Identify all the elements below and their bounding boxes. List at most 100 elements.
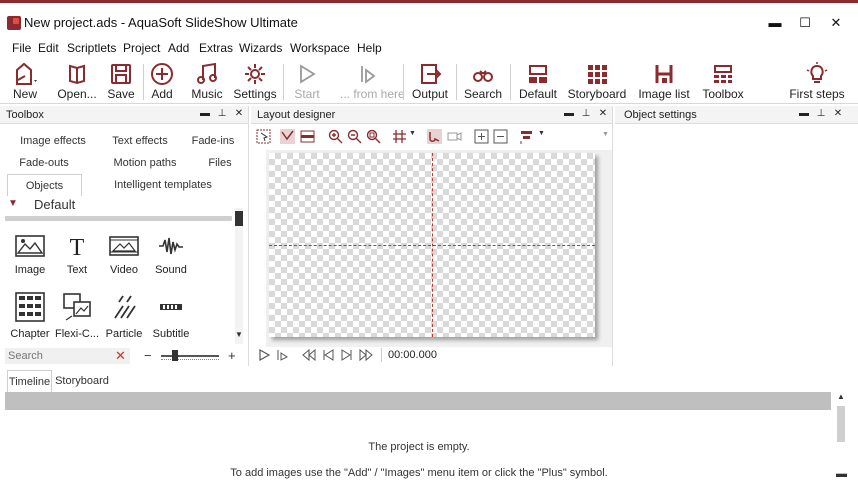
- pin-icon[interactable]: ⊥: [815, 108, 827, 120]
- add-button[interactable]: Add: [147, 62, 177, 102]
- close-panel-icon[interactable]: ✕: [597, 108, 609, 120]
- tab-fade-ins[interactable]: Fade-ins: [184, 130, 242, 152]
- minimize-button[interactable]: ▬: [765, 15, 785, 33]
- menu-workspace[interactable]: Workspace: [290, 41, 350, 55]
- close-panel-icon[interactable]: ✕: [832, 108, 844, 120]
- output-button[interactable]: Output: [410, 62, 450, 102]
- default-layout-button[interactable]: Default: [517, 62, 559, 102]
- panel-menu-icon[interactable]: ▬: [798, 108, 810, 120]
- tab-objects[interactable]: Objects: [7, 174, 82, 196]
- music-note-icon: [197, 62, 217, 84]
- motion-path-icon[interactable]: [427, 129, 442, 144]
- menu-edit[interactable]: Edit: [38, 41, 59, 55]
- toolbox-scrollbar[interactable]: [235, 208, 243, 344]
- tab-fade-outs[interactable]: Fade-outs: [14, 152, 74, 174]
- panel-menu-icon[interactable]: ▬: [563, 108, 575, 120]
- tab-intelligent-templates[interactable]: Intelligent templates: [104, 174, 222, 196]
- tab-storyboard[interactable]: Storyboard: [54, 370, 110, 392]
- search-button[interactable]: Search: [463, 62, 503, 102]
- svg-text:T: T: [70, 235, 85, 258]
- object-label: Subtitle: [152, 328, 190, 340]
- object-label: Video: [110, 264, 138, 276]
- toggle-guides-icon[interactable]: [280, 129, 295, 144]
- scroll-up-icon[interactable]: ▲: [836, 392, 846, 406]
- zoom-fit-icon[interactable]: [366, 129, 381, 144]
- object-chapter[interactable]: Chapter: [7, 292, 53, 340]
- fast-forward-icon[interactable]: [359, 348, 373, 362]
- settings-button[interactable]: Settings: [233, 62, 277, 102]
- zoom-slider-thumb[interactable]: [172, 350, 178, 361]
- safe-area-icon[interactable]: [300, 129, 315, 144]
- grid-icon[interactable]: [392, 129, 407, 144]
- play-icon[interactable]: [257, 348, 271, 362]
- maximize-button[interactable]: ☐: [795, 15, 815, 33]
- object-flexi-collage[interactable]: Flexi-C...: [54, 292, 100, 340]
- menu-project[interactable]: Project: [123, 41, 160, 55]
- music-button[interactable]: Music: [189, 62, 225, 102]
- menu-help[interactable]: Help: [357, 41, 382, 55]
- start-button[interactable]: Start: [290, 62, 324, 102]
- previous-icon[interactable]: [321, 348, 335, 362]
- dropdown-arrow-icon[interactable]: ▼: [538, 130, 545, 137]
- pin-icon[interactable]: ⊥: [216, 108, 228, 120]
- menu-file[interactable]: File: [12, 41, 31, 55]
- rewind-icon[interactable]: [302, 348, 316, 362]
- tab-files[interactable]: Files: [198, 152, 242, 174]
- zoom-out-minus-icon[interactable]: −: [144, 348, 152, 364]
- toolbox-header: Toolbox ▬ ⊥ ✕: [0, 106, 248, 124]
- tab-text-effects[interactable]: Text effects: [102, 130, 178, 152]
- add-box-icon[interactable]: [474, 129, 489, 144]
- first-steps-button[interactable]: First steps: [789, 62, 845, 102]
- zoom-in-plus-icon[interactable]: +: [228, 348, 236, 364]
- group-header-default[interactable]: ▼ Default: [8, 196, 242, 216]
- camera-icon[interactable]: [447, 129, 462, 144]
- zoom-out-icon[interactable]: [347, 129, 362, 144]
- scroll-down-icon[interactable]: ▼: [235, 330, 243, 340]
- image-icon: [15, 235, 45, 257]
- pin-icon[interactable]: ⊥: [580, 108, 592, 120]
- object-sound[interactable]: Sound: [148, 234, 194, 276]
- tab-timeline[interactable]: Timeline: [7, 370, 52, 392]
- scrollbar-thumb[interactable]: [235, 211, 243, 226]
- close-button[interactable]: ✕: [826, 15, 846, 33]
- panel-menu-icon[interactable]: ▬: [199, 108, 211, 120]
- image-list-layout-button[interactable]: Image list: [637, 62, 691, 102]
- save-button[interactable]: Save: [104, 62, 138, 102]
- object-settings-title: Object settings: [624, 109, 697, 121]
- overflow-arrow-icon[interactable]: ▼: [602, 131, 609, 138]
- storyboard-layout-button[interactable]: Storyboard: [566, 62, 628, 102]
- remove-box-icon[interactable]: [493, 129, 508, 144]
- align-icon[interactable]: [519, 129, 534, 144]
- slide-canvas[interactable]: [269, 153, 595, 337]
- layout-designer-title: Layout designer: [257, 109, 336, 121]
- tab-motion-paths[interactable]: Motion paths: [104, 152, 186, 174]
- horizontal-center-guide: [269, 245, 595, 246]
- zoom-in-icon[interactable]: [328, 129, 343, 144]
- play-icon: [300, 64, 316, 84]
- object-video[interactable]: Video: [101, 234, 147, 276]
- toolbox-layout-button[interactable]: Toolbox: [700, 62, 746, 102]
- zoom-slider-track[interactable]: [161, 355, 219, 357]
- object-subtitle[interactable]: Subtitle: [148, 292, 194, 340]
- toolbar-separator: [283, 64, 284, 100]
- tab-image-effects[interactable]: Image effects: [14, 130, 92, 152]
- object-image[interactable]: Image: [7, 234, 53, 276]
- menu-extras[interactable]: Extras: [199, 41, 233, 55]
- toolbox-search-input[interactable]: [5, 348, 130, 364]
- scrollbar-thumb[interactable]: [837, 406, 845, 442]
- menu-add[interactable]: Add: [168, 41, 189, 55]
- object-text[interactable]: T Text: [54, 234, 100, 276]
- next-icon[interactable]: [340, 348, 354, 362]
- clear-search-icon[interactable]: ✕: [115, 348, 126, 364]
- dropdown-arrow-icon[interactable]: ▼: [409, 130, 416, 137]
- menu-scriptlets[interactable]: Scriptlets: [67, 41, 116, 55]
- timeline-ruler[interactable]: [5, 392, 831, 410]
- menu-wizards[interactable]: Wizards: [239, 41, 282, 55]
- object-particle[interactable]: Particle: [101, 292, 147, 340]
- close-panel-icon[interactable]: ✕: [233, 108, 245, 120]
- open-button[interactable]: Open...: [56, 62, 98, 102]
- new-button[interactable]: New: [6, 62, 44, 102]
- select-tool-icon[interactable]: [256, 129, 271, 144]
- play-from-here-icon[interactable]: [275, 348, 289, 362]
- play-from-here-button[interactable]: ... from here: [340, 62, 405, 102]
